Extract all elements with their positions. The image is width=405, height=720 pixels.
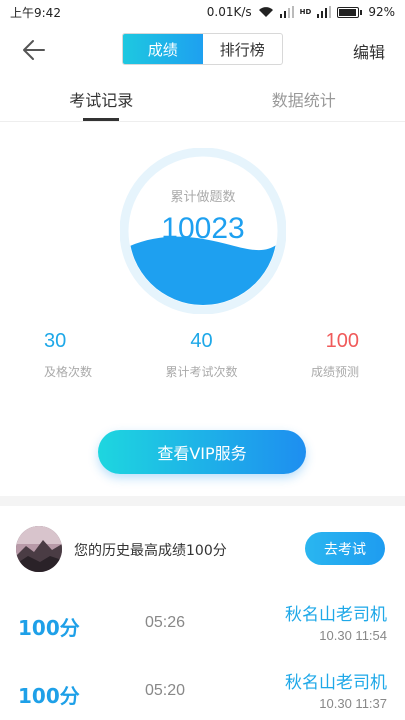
stats-row: 30 及格次数 40 累计考试次数 100 成绩预测 [0, 330, 405, 380]
go-exam-button[interactable]: 去考试 [305, 532, 385, 565]
signal-icon-2 [317, 6, 332, 18]
wifi-icon [258, 7, 273, 17]
record-name: 秋名山老司机 [285, 605, 387, 625]
network-speed: 0.01K/s [206, 5, 252, 19]
segment-control: 成绩 排行榜 [122, 33, 283, 65]
tab-underline [83, 118, 120, 121]
segment-ranking[interactable]: 排行榜 [203, 34, 283, 64]
stat-pass-count: 30 及格次数 [22, 330, 149, 380]
stat-value: 100 [325, 330, 359, 352]
avatar[interactable] [16, 526, 62, 572]
edit-button[interactable]: 编辑 [353, 39, 385, 63]
record-date: 10.30 11:54 [319, 628, 387, 643]
stat-label: 及格次数 [44, 365, 93, 379]
record-score: 100分 [18, 684, 80, 708]
list-item[interactable]: 100分 05:20 秋名山老司机 10.30 11:37 [0, 666, 405, 720]
record-duration: 05:26 [145, 614, 186, 631]
record-score: 100分 [18, 616, 80, 640]
record-duration: 05:20 [145, 682, 186, 699]
battery-icon [337, 6, 363, 18]
nav-bar: 成绩 排行榜 编辑 [0, 24, 405, 76]
signal-icon [279, 6, 294, 18]
stat-exam-count: 40 累计考试次数 [149, 330, 254, 380]
record-date: 10.30 11:37 [319, 696, 387, 711]
tab-data-stats-label: 数据统计 [271, 90, 336, 110]
vip-service-button[interactable]: 查看VIP服务 [98, 430, 306, 474]
mountain-avatar-icon [16, 526, 62, 572]
best-score-text: 您的历史最高成绩100分 [74, 543, 227, 559]
status-time: 上午9:42 [10, 5, 61, 20]
status-bar: 上午9:42 0.01K/s HD 92% [0, 0, 405, 24]
gauge-value: 10023 [161, 212, 245, 245]
network-type: HD [299, 8, 312, 16]
stat-label: 累计考试次数 [165, 365, 238, 379]
tab-exam-records[interactable]: 考试记录 [0, 76, 203, 121]
segment-score[interactable]: 成绩 [123, 34, 203, 64]
tab-data-stats[interactable]: 数据统计 [203, 76, 405, 121]
battery-fill [339, 8, 356, 16]
battery-text: 92% [368, 5, 395, 19]
tab-exam-records-label: 考试记录 [69, 90, 134, 110]
tab-bar: 考试记录 数据统计 [0, 76, 405, 122]
stat-label: 成绩预测 [310, 365, 359, 379]
status-indicators: 0.01K/s HD 92% [207, 5, 395, 19]
stat-score-prediction: 100 成绩预测 [254, 330, 383, 380]
gauge-label: 累计做题数 [170, 190, 236, 205]
best-score-row: 您的历史最高成绩100分 去考试 [0, 520, 405, 576]
stat-value: 30 [44, 330, 67, 352]
section-divider [0, 496, 405, 506]
list-item[interactable]: 100分 05:26 秋名山老司机 10.30 11:54 [0, 598, 405, 662]
record-name: 秋名山老司机 [285, 673, 387, 693]
back-arrow-icon[interactable] [20, 36, 48, 64]
stat-value: 40 [190, 330, 213, 352]
